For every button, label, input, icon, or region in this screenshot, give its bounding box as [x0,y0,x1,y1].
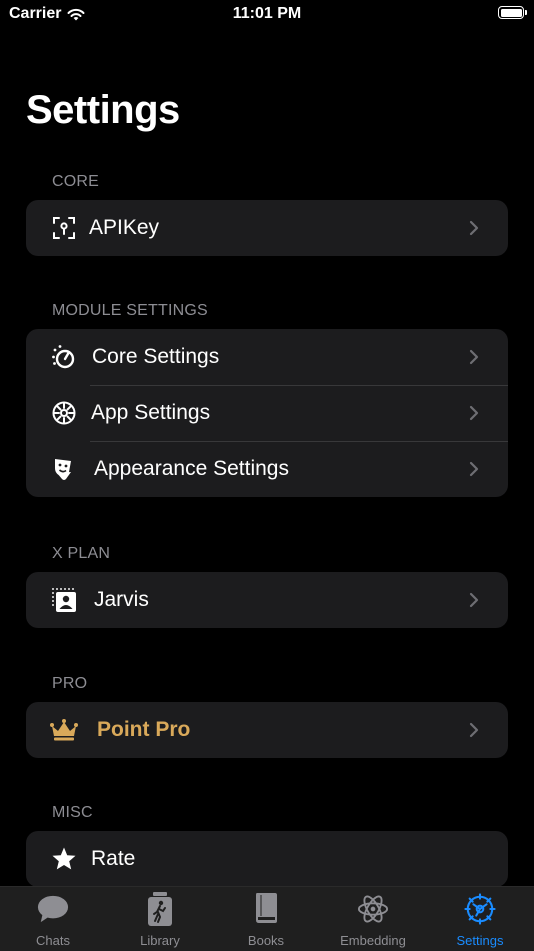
tab-bar: Chats Library Books Embedding Settings [0,886,534,951]
book-icon [250,893,282,925]
settings-row-jarvis[interactable]: Jarvis [26,572,508,628]
chevron-right-icon [469,592,479,608]
settings-row-core-settings[interactable]: Core Settings [26,329,508,385]
settings-row-label: Appearance Settings [94,457,289,480]
chevron-right-icon [469,405,479,421]
battery-icon [498,6,527,19]
settings-row-label: Rate [91,847,136,870]
star-icon [51,846,77,872]
settings-row-label: APIKey [89,216,160,239]
status-bar: Carrier 11:01 PM [0,0,534,30]
tab-embedding[interactable]: Embedding [320,887,426,951]
gear-icon [51,400,77,426]
settings-row-label: App Settings [91,401,211,424]
settings-row-rate[interactable]: Rate [26,831,508,887]
pro-group: Point Pro [26,702,508,758]
tab-label: Settings [456,933,504,948]
tab-library[interactable]: Library [107,887,213,951]
section-header-core: CORE [52,173,100,190]
settings-row-point-pro[interactable]: Point Pro [26,702,508,758]
core-group: APIKey [26,200,508,256]
dial-icon [51,344,77,370]
settings-row-label: Point Pro [97,718,191,741]
settings-row-label: Core Settings [92,345,220,368]
chevron-right-icon [469,722,479,738]
chat-bubble-icon [37,893,69,925]
gear-icon [464,893,496,925]
chevron-right-icon [469,349,479,365]
page-title: Settings [26,88,180,132]
atom-icon [357,893,389,925]
tab-label: Chats [36,933,70,948]
section-header-misc: MISC [52,804,93,821]
theater-masks-icon [51,456,77,482]
section-header-module-settings: MODULE SETTINGS [52,302,208,319]
section-header-x-plan: X PLAN [52,545,111,562]
settings-row-label: Jarvis [94,588,149,611]
chevron-right-icon [469,220,479,236]
settings-row-appearance-settings[interactable]: Appearance Settings [26,441,508,497]
tab-label: Library [140,933,180,948]
clock: 11:01 PM [232,5,302,22]
key-icon [51,215,77,241]
tab-label: Books [247,933,285,948]
tab-settings[interactable]: Settings [427,887,533,951]
tab-label: Embedding [340,933,406,948]
section-header-pro: PRO [52,675,88,692]
module-settings-group: Core Settings App Settings Appearance Se… [26,329,508,497]
misc-group: Rate [26,831,508,887]
tab-chats[interactable]: Chats [0,887,106,951]
chevron-right-icon [469,461,479,477]
library-icon [144,892,176,926]
tab-books[interactable]: Books [213,887,319,951]
x-plan-group: Jarvis [26,572,508,628]
crown-icon [49,717,79,743]
person-frame-icon [51,587,77,613]
settings-row-apikey[interactable]: APIKey [26,200,508,256]
settings-row-app-settings[interactable]: App Settings [26,385,508,441]
